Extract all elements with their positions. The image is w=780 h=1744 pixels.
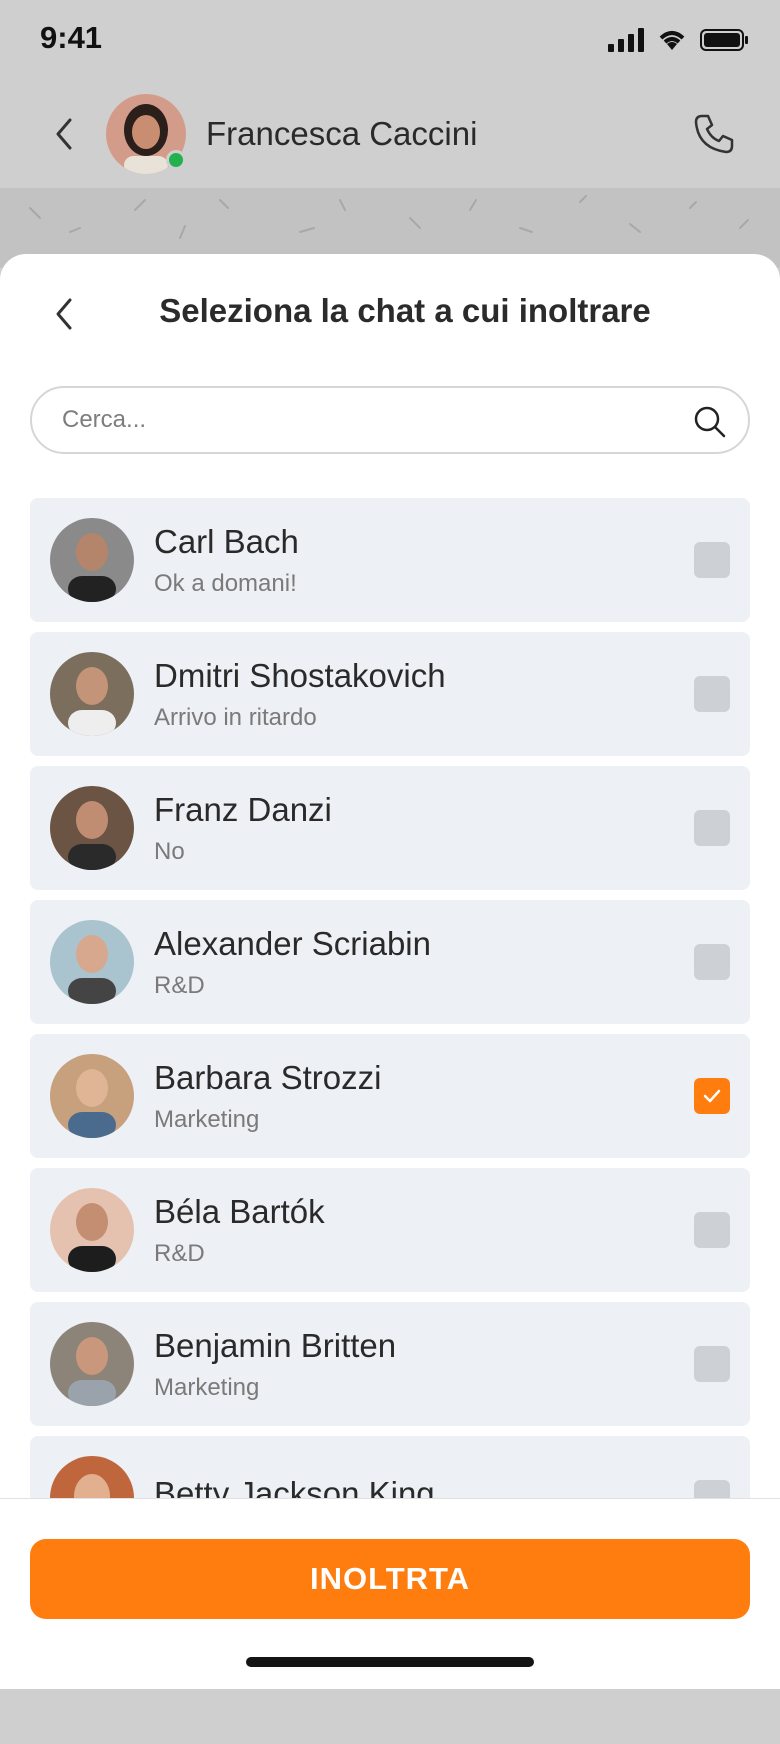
contact-subtitle: Ok a domani!: [154, 570, 297, 597]
select-checkbox[interactable]: [694, 944, 730, 980]
avatar-illustration: [68, 1337, 116, 1406]
list-item[interactable]: Franz Danzi No: [30, 766, 750, 890]
list-item[interactable]: Barbara Strozzi Marketing: [30, 1034, 750, 1158]
select-checkbox[interactable]: [694, 1212, 730, 1248]
home-indicator[interactable]: [246, 1657, 534, 1667]
contact-name: Alexander Scriabin: [154, 925, 431, 962]
check-icon: [703, 1089, 721, 1103]
item-text: Carl Bach Ok a domani!: [154, 522, 299, 598]
select-checkbox[interactable]: [694, 810, 730, 846]
contact-name: Dmitri Shostakovich: [154, 657, 446, 694]
chat-header: Francesca Caccini: [0, 80, 780, 188]
item-text: Barbara Strozzi Marketing: [154, 1058, 381, 1134]
item-text: Béla Bartók R&D: [154, 1192, 325, 1268]
contact-subtitle: R&D: [154, 1240, 205, 1267]
list-item[interactable]: Dmitri Shostakovich Arrivo in ritardo: [30, 632, 750, 756]
list-item[interactable]: Benjamin Britten Marketing: [30, 1302, 750, 1426]
contact-name: Franz Danzi: [154, 791, 332, 828]
avatar-illustration: [68, 935, 116, 1004]
item-text: Franz Danzi No: [154, 790, 332, 866]
list-item[interactable]: Carl Bach Ok a domani!: [30, 498, 750, 622]
avatar-illustration: [68, 801, 116, 870]
contact-subtitle: R&D: [154, 972, 205, 999]
online-indicator: [166, 150, 186, 170]
select-checkbox[interactable]: [694, 1346, 730, 1382]
chevron-left-icon: [56, 118, 72, 150]
avatar-illustration: [68, 667, 116, 736]
phone-icon: [694, 114, 734, 154]
contact-name: Francesca Caccini: [206, 115, 478, 152]
contact-subtitle: Arrivo in ritardo: [154, 704, 317, 731]
sheet-title: Seleziona la chat a cui inoltrare: [159, 292, 651, 329]
battery-icon: [700, 29, 748, 51]
wifi-icon: [659, 31, 685, 50]
contact-name: Carl Bach: [154, 523, 299, 560]
item-text: Dmitri Shostakovich Arrivo in ritardo: [154, 656, 446, 732]
avatar-illustration: [68, 1069, 116, 1138]
avatar: [50, 652, 134, 736]
contact-subtitle: No: [154, 838, 185, 865]
back-button[interactable]: [32, 102, 96, 166]
avatar: [50, 786, 134, 870]
status-time: 9:41: [40, 20, 103, 55]
avatar: [50, 1322, 134, 1406]
select-checkbox[interactable]: [694, 542, 730, 578]
status-icons: [608, 28, 750, 52]
call-button[interactable]: [682, 102, 746, 166]
avatar: [50, 518, 134, 602]
footer: INOLTRTA: [0, 1498, 780, 1689]
search-box: [30, 386, 750, 454]
contact-subtitle: Marketing: [154, 1374, 260, 1401]
avatar: [50, 1054, 134, 1138]
contact-avatar-wrap[interactable]: [106, 94, 186, 174]
forward-button[interactable]: INOLTRTA: [30, 1539, 750, 1619]
sheet-header: Seleziona la chat a cui inoltrare: [0, 254, 780, 384]
avatar-illustration: [68, 1203, 116, 1272]
status-bar: 9:41: [0, 0, 780, 80]
avatar: [50, 1188, 134, 1272]
search-icon[interactable]: [692, 404, 728, 440]
select-checkbox[interactable]: [694, 1078, 730, 1114]
contact-name: Benjamin Britten: [154, 1327, 397, 1364]
item-text: Alexander Scriabin R&D: [154, 924, 431, 1000]
contact-subtitle: Marketing: [154, 1106, 260, 1133]
contact-name: Barbara Strozzi: [154, 1059, 382, 1096]
list-item[interactable]: Alexander Scriabin R&D: [30, 900, 750, 1024]
avatar: [50, 920, 134, 1004]
search-input[interactable]: [60, 405, 664, 435]
item-text: Benjamin Britten Marketing: [154, 1326, 396, 1402]
contact-name: Béla Bartók: [154, 1193, 325, 1230]
list-item[interactable]: Béla Bartók R&D: [30, 1168, 750, 1292]
signal-icon: [608, 28, 644, 52]
select-checkbox[interactable]: [694, 676, 730, 712]
avatar-illustration: [68, 533, 116, 602]
forward-sheet: Seleziona la chat a cui inoltrare Carl B…: [0, 254, 780, 1688]
